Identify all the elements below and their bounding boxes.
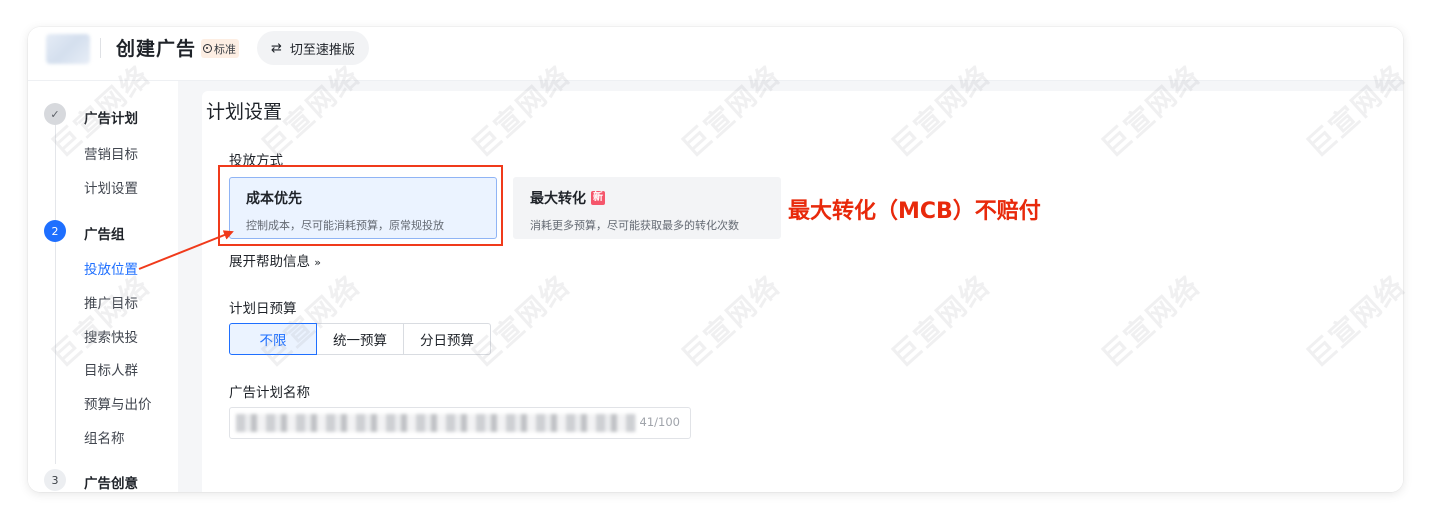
sidebar-item-plan-settings[interactable]: 计划设置: [84, 177, 138, 197]
plan-name-label: 广告计划名称: [229, 385, 310, 401]
step-title-ad-creative[interactable]: 广告创意: [84, 472, 138, 492]
sidebar-item-budget-bid[interactable]: 预算与出价: [84, 393, 152, 413]
sidebar-item-target-audience[interactable]: 目标人群: [84, 359, 138, 379]
double-chevron-down-icon: »: [314, 256, 322, 269]
switch-version-button[interactable]: ⇄ 切至速推版: [257, 31, 369, 65]
delivery-option-title-row: 最大转化 新: [530, 188, 764, 208]
annotation-text: 最大转化（MCB）不赔付: [788, 199, 1041, 224]
budget-option-daily[interactable]: 分日预算: [404, 323, 491, 355]
redacted-text: [236, 414, 636, 432]
budget-segmented-control: 不限 统一预算 分日预算: [229, 323, 491, 355]
daily-budget-label: 计划日预算: [229, 301, 297, 317]
expand-help-link[interactable]: 展开帮助信息 »: [229, 250, 321, 270]
budget-option-unified[interactable]: 统一预算: [317, 323, 404, 355]
top-header: 创建广告 标准 ⇄ 切至速推版: [28, 27, 1403, 80]
sidebar-item-group-name[interactable]: 组名称: [84, 427, 125, 447]
plan-name-input[interactable]: 41/100: [229, 407, 691, 439]
step-1-check-icon: ✓: [44, 103, 66, 125]
header-divider: [100, 38, 101, 58]
step-2-number: 2: [44, 220, 66, 242]
sidebar-item-search-quick[interactable]: 搜索快投: [84, 326, 138, 346]
new-badge: 新: [591, 191, 605, 205]
section-title: 计划设置: [206, 101, 283, 123]
delivery-option-max-conversion[interactable]: 最大转化 新 消耗更多预算，尽可能获取最多的转化次数: [513, 177, 781, 239]
target-icon: [203, 44, 212, 53]
step-title-ad-plan[interactable]: 广告计划: [84, 107, 138, 127]
sidebar-item-promotion-target[interactable]: 推广目标: [84, 292, 138, 312]
delivery-option-desc: 消耗更多预算，尽可能获取最多的转化次数: [530, 219, 739, 232]
step-title-ad-group[interactable]: 广告组: [84, 223, 125, 243]
brand-logo: [46, 34, 90, 64]
step-3-number: 3: [44, 469, 66, 491]
page-title: 创建广告: [116, 38, 197, 60]
mode-badge-label: 标准: [214, 42, 236, 56]
annotation-highlight-box: [218, 165, 503, 246]
sidebar-item-placement[interactable]: 投放位置: [84, 258, 138, 278]
char-counter: 41/100: [639, 415, 680, 429]
sidebar-item-marketing-goal[interactable]: 营销目标: [84, 143, 138, 163]
delivery-option-title: 最大转化: [530, 191, 586, 207]
steps-connector-line: [55, 119, 56, 464]
swap-icon: ⇄: [271, 40, 282, 56]
step-sidebar: ✓ 广告计划 营销目标 计划设置 2 广告组 投放位置 推广目标 搜索快投 目标…: [28, 81, 178, 492]
expand-help-label: 展开帮助信息: [229, 254, 310, 270]
mode-badge: 标准: [201, 39, 239, 58]
switch-version-label: 切至速推版: [289, 42, 355, 58]
budget-option-unlimited[interactable]: 不限: [229, 323, 317, 355]
